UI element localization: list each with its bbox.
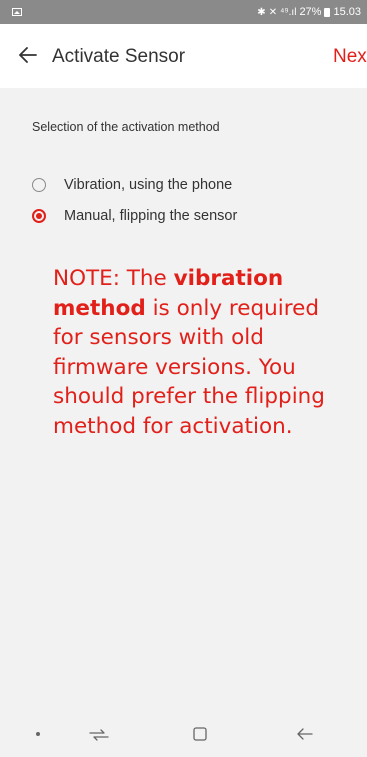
option-label: Manual, flipping the sensor [64,208,238,224]
option-manual[interactable]: Manual, flipping the sensor [32,208,237,224]
nav-back-button[interactable] [290,721,320,747]
recent-apps-icon [89,729,109,741]
battery-icon [324,7,331,17]
app-bar: Activate Sensor Next [0,24,367,88]
page-title: Activate Sensor [52,46,186,67]
back-button[interactable] [14,41,42,69]
signal-icon: ⁴⁹.ıl [280,6,297,18]
radio-checked-icon[interactable] [32,209,46,223]
note-text: NOTE: The vibration method is only requi… [53,264,353,441]
note-prefix: NOTE: The [53,266,174,291]
navigation-bar [0,711,367,757]
image-notification-icon [12,8,22,16]
status-bar: ✱ ✕ ⁴⁹.ıl 27% 15.03 [0,0,367,24]
back-icon [297,728,313,740]
nav-dot-button[interactable] [28,721,48,747]
home-button[interactable] [188,721,212,747]
dot-icon [36,732,40,736]
option-vibration[interactable]: Vibration, using the phone [32,177,232,193]
battery-percent: 27% [299,6,322,18]
next-button[interactable]: Next [333,46,367,68]
option-label: Vibration, using the phone [64,177,233,193]
radio-unchecked-icon[interactable] [32,178,46,192]
status-right: ✱ ✕ ⁴⁹.ıl 27% 15.03 [257,6,361,18]
section-label: Selection of the activation method [32,120,220,134]
recent-apps-button[interactable] [84,721,114,747]
bluetooth-icon: ✱ [257,6,266,18]
mute-icon: ✕ [268,6,278,18]
home-icon [193,727,207,741]
arrow-left-icon [19,47,37,63]
clock: 15.03 [333,6,361,18]
status-left [12,8,22,16]
